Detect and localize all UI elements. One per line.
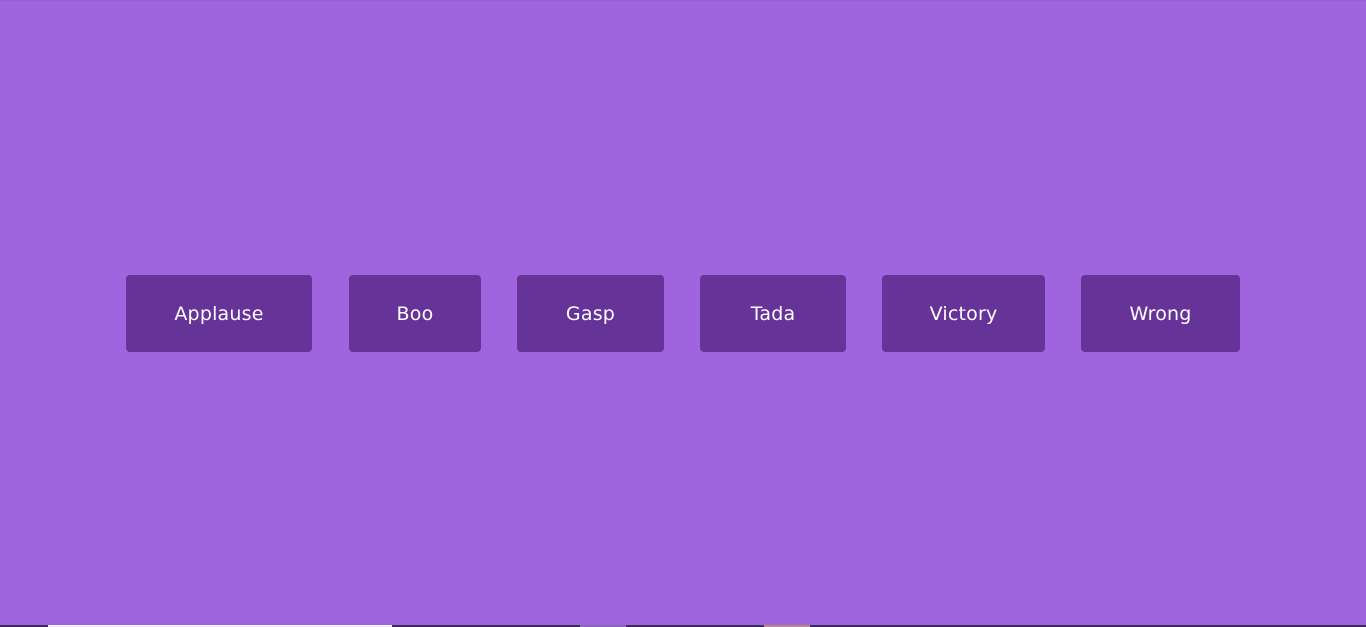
victory-button[interactable]: Victory: [882, 275, 1045, 352]
top-border-line: [0, 0, 1366, 1]
tada-button[interactable]: Tada: [700, 275, 846, 352]
gasp-button[interactable]: Gasp: [517, 275, 664, 352]
applause-button[interactable]: Applause: [126, 275, 312, 352]
wrong-button[interactable]: Wrong: [1081, 275, 1240, 352]
soundboard-page: Applause Boo Gasp Tada Victory Wrong: [0, 0, 1366, 627]
boo-button[interactable]: Boo: [349, 275, 481, 352]
